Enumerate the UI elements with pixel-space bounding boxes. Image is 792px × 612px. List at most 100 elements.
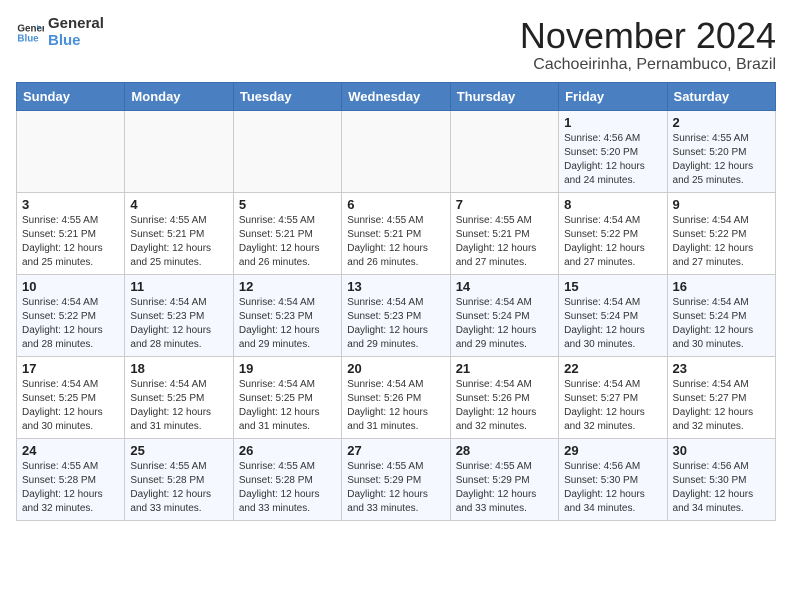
calendar-cell: 15 Sunrise: 4:54 AMSunset: 5:24 PMDayligh… — [559, 274, 667, 356]
calendar-cell — [450, 110, 558, 192]
calendar-cell: 4 Sunrise: 4:55 AMSunset: 5:21 PMDaylight… — [125, 192, 233, 274]
calendar-cell — [233, 110, 341, 192]
calendar-cell: 8Sunrise: 4:54 AMSunset: 5:22 PMDaylight… — [559, 192, 667, 274]
calendar-cell — [17, 110, 125, 192]
day-info: Sunrise: 4:55 AMSunset: 5:29 PMDaylight:… — [347, 460, 444, 516]
weekday-header-friday: Friday — [559, 82, 667, 110]
day-number: 13 — [347, 279, 444, 294]
calendar-cell: 30Sunrise: 4:56 AMSunset: 5:30 PMDayligh… — [667, 438, 775, 520]
day-number: 8 — [564, 197, 661, 212]
day-info: Sunrise: 4:54 AMSunset: 5:27 PMDaylight:… — [564, 378, 661, 434]
calendar-cell: 18 Sunrise: 4:54 AMSunset: 5:25 PMDayligh… — [125, 356, 233, 438]
calendar-cell — [125, 110, 233, 192]
logo-line1: General — [48, 16, 104, 33]
logo-icon: General Blue — [16, 19, 44, 47]
day-number: 22 — [564, 361, 661, 376]
day-number: 11 — [130, 279, 227, 294]
logo: General Blue General Blue — [16, 16, 104, 49]
calendar-cell: 2Sunrise: 4:55 AMSunset: 5:20 PMDaylight… — [667, 110, 775, 192]
day-number: 21 — [456, 361, 553, 376]
day-number: 5 — [239, 197, 336, 212]
day-number: 25 — [130, 443, 227, 458]
day-info: Sunrise: 4:55 AMSunset: 5:28 PMDaylight:… — [22, 460, 119, 516]
calendar-cell: 6 Sunrise: 4:55 AMSunset: 5:21 PMDaylight… — [342, 192, 450, 274]
day-number: 10 — [22, 279, 119, 294]
calendar-cell: 13 Sunrise: 4:54 AMSunset: 5:23 PMDayligh… — [342, 274, 450, 356]
calendar-cell: 16 Sunrise: 4:54 AMSunset: 5:24 PMDayligh… — [667, 274, 775, 356]
calendar-cell: 22 Sunrise: 4:54 AMSunset: 5:27 PMDayligh… — [559, 356, 667, 438]
week-row-3: 10 Sunrise: 4:54 AMSunset: 5:22 PMDayligh… — [17, 274, 776, 356]
weekday-header-row: SundayMondayTuesdayWednesdayThursdayFrid… — [17, 82, 776, 110]
day-number: 15 — [564, 279, 661, 294]
weekday-header-thursday: Thursday — [450, 82, 558, 110]
day-number: 29 — [564, 443, 661, 458]
calendar-cell: 19Sunrise: 4:54 AMSunset: 5:25 PMDayligh… — [233, 356, 341, 438]
day-info: Sunrise: 4:54 AMSunset: 5:24 PMDaylight:… — [456, 296, 553, 352]
calendar-cell: 10 Sunrise: 4:54 AMSunset: 5:22 PMDayligh… — [17, 274, 125, 356]
day-info: Sunrise: 4:54 AMSunset: 5:23 PMDaylight:… — [347, 296, 444, 352]
calendar-cell: 26Sunrise: 4:55 AMSunset: 5:28 PMDayligh… — [233, 438, 341, 520]
day-number: 3 — [22, 197, 119, 212]
weekday-header-tuesday: Tuesday — [233, 82, 341, 110]
day-info: Sunrise: 4:55 AMSunset: 5:29 PMDaylight:… — [456, 460, 553, 516]
page-header: General Blue General Blue November 2024 … — [16, 16, 776, 74]
calendar-cell — [342, 110, 450, 192]
day-number: 9 — [673, 197, 770, 212]
calendar-cell: 25 Sunrise: 4:55 AMSunset: 5:28 PMDayligh… — [125, 438, 233, 520]
month-title: November 2024 — [520, 16, 776, 56]
svg-text:Blue: Blue — [17, 33, 39, 44]
weekday-header-saturday: Saturday — [667, 82, 775, 110]
day-info: Sunrise: 4:54 AMSunset: 5:25 PMDaylight:… — [130, 378, 227, 434]
week-row-5: 24 Sunrise: 4:55 AMSunset: 5:28 PMDayligh… — [17, 438, 776, 520]
calendar-cell: 21Sunrise: 4:54 AMSunset: 5:26 PMDayligh… — [450, 356, 558, 438]
day-number: 28 — [456, 443, 553, 458]
location-title: Cachoeirinha, Pernambuco, Brazil — [520, 56, 776, 74]
day-info: Sunrise: 4:54 AMSunset: 5:27 PMDaylight:… — [673, 378, 770, 434]
day-number: 1 — [564, 115, 661, 130]
day-info: Sunrise: 4:55 AMSunset: 5:21 PMDaylight:… — [22, 214, 119, 270]
calendar-table: SundayMondayTuesdayWednesdayThursdayFrid… — [16, 82, 776, 521]
day-info: Sunrise: 4:55 AMSunset: 5:21 PMDaylight:… — [456, 214, 553, 270]
day-number: 14 — [456, 279, 553, 294]
day-number: 4 — [130, 197, 227, 212]
day-info: Sunrise: 4:54 AMSunset: 5:22 PMDaylight:… — [22, 296, 119, 352]
day-info: Sunrise: 4:54 AMSunset: 5:25 PMDaylight:… — [22, 378, 119, 434]
title-block: November 2024 Cachoeirinha, Pernambuco, … — [520, 16, 776, 74]
day-info: Sunrise: 4:55 AMSunset: 5:28 PMDaylight:… — [130, 460, 227, 516]
day-number: 7 — [456, 197, 553, 212]
day-info: Sunrise: 4:55 AMSunset: 5:21 PMDaylight:… — [239, 214, 336, 270]
week-row-2: 3 Sunrise: 4:55 AMSunset: 5:21 PMDaylight… — [17, 192, 776, 274]
calendar-cell: 29 Sunrise: 4:56 AMSunset: 5:30 PMDayligh… — [559, 438, 667, 520]
day-number: 24 — [22, 443, 119, 458]
weekday-header-monday: Monday — [125, 82, 233, 110]
calendar-cell: 5 Sunrise: 4:55 AMSunset: 5:21 PMDaylight… — [233, 192, 341, 274]
day-number: 30 — [673, 443, 770, 458]
day-info: Sunrise: 4:54 AMSunset: 5:24 PMDaylight:… — [564, 296, 661, 352]
calendar-cell: 1Sunrise: 4:56 AMSunset: 5:20 PMDaylight… — [559, 110, 667, 192]
calendar-cell: 7 Sunrise: 4:55 AMSunset: 5:21 PMDaylight… — [450, 192, 558, 274]
day-info: Sunrise: 4:54 AMSunset: 5:26 PMDaylight:… — [347, 378, 444, 434]
week-row-1: 1Sunrise: 4:56 AMSunset: 5:20 PMDaylight… — [17, 110, 776, 192]
day-info: Sunrise: 4:55 AMSunset: 5:21 PMDaylight:… — [130, 214, 227, 270]
day-number: 18 — [130, 361, 227, 376]
day-number: 17 — [22, 361, 119, 376]
day-info: Sunrise: 4:55 AMSunset: 5:20 PMDaylight:… — [673, 132, 770, 188]
calendar-cell: 12Sunrise: 4:54 AMSunset: 5:23 PMDayligh… — [233, 274, 341, 356]
weekday-header-sunday: Sunday — [17, 82, 125, 110]
day-info: Sunrise: 4:55 AMSunset: 5:21 PMDaylight:… — [347, 214, 444, 270]
day-info: Sunrise: 4:54 AMSunset: 5:24 PMDaylight:… — [673, 296, 770, 352]
day-number: 6 — [347, 197, 444, 212]
calendar-cell: 14 Sunrise: 4:54 AMSunset: 5:24 PMDayligh… — [450, 274, 558, 356]
calendar-cell: 11 Sunrise: 4:54 AMSunset: 5:23 PMDayligh… — [125, 274, 233, 356]
day-info: Sunrise: 4:56 AMSunset: 5:30 PMDaylight:… — [564, 460, 661, 516]
weekday-header-wednesday: Wednesday — [342, 82, 450, 110]
calendar-cell: 23 Sunrise: 4:54 AMSunset: 5:27 PMDayligh… — [667, 356, 775, 438]
logo-line2: Blue — [48, 33, 104, 50]
day-info: Sunrise: 4:54 AMSunset: 5:23 PMDaylight:… — [130, 296, 227, 352]
day-number: 20 — [347, 361, 444, 376]
day-number: 19 — [239, 361, 336, 376]
day-number: 23 — [673, 361, 770, 376]
calendar-cell: 24 Sunrise: 4:55 AMSunset: 5:28 PMDayligh… — [17, 438, 125, 520]
day-number: 16 — [673, 279, 770, 294]
day-info: Sunrise: 4:54 AMSunset: 5:23 PMDaylight:… — [239, 296, 336, 352]
